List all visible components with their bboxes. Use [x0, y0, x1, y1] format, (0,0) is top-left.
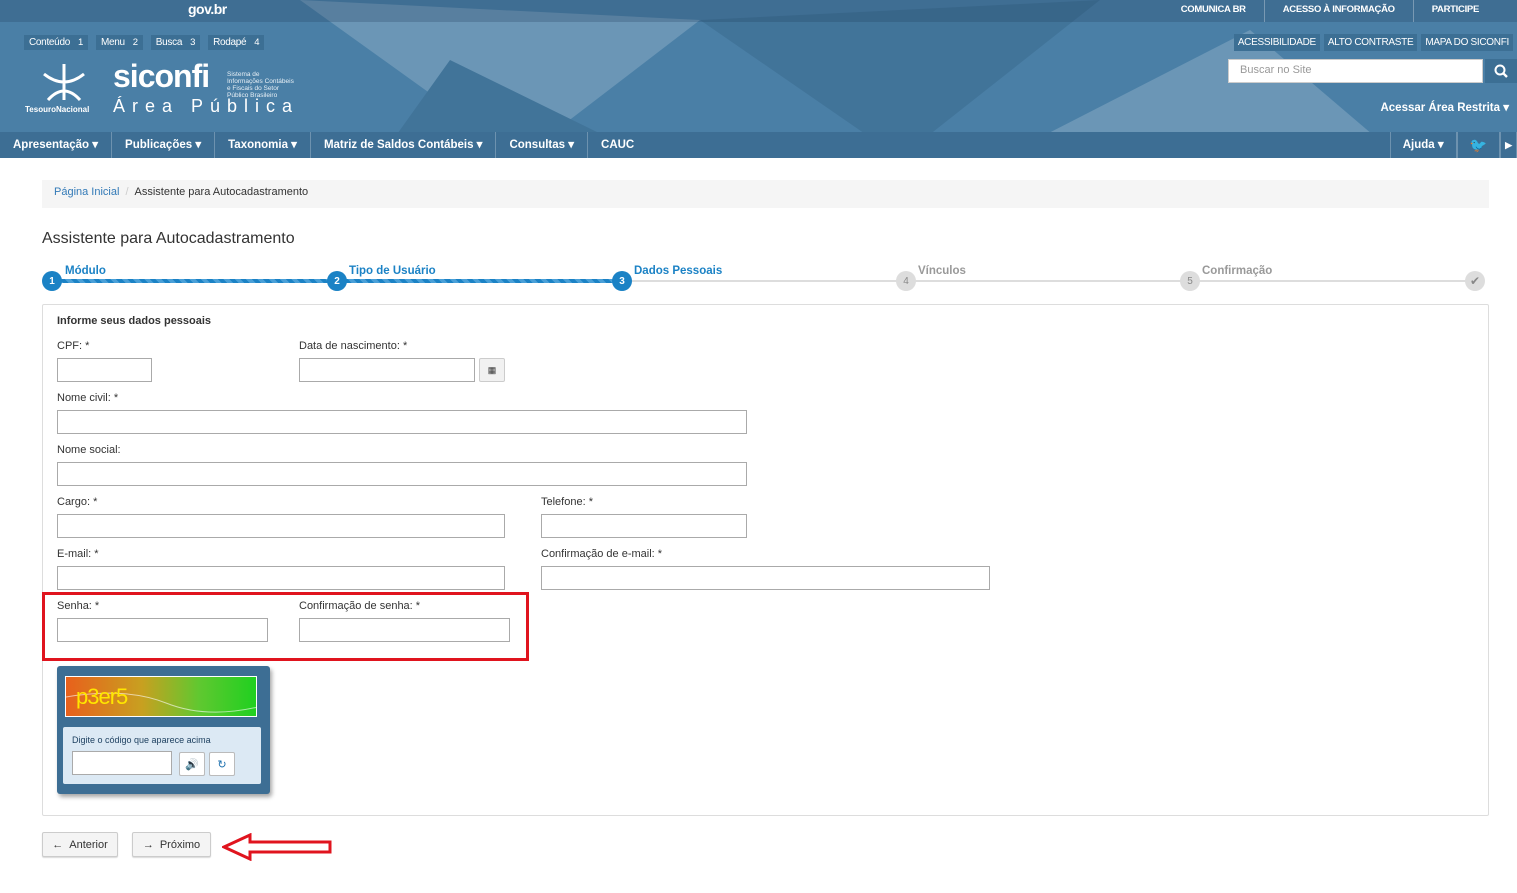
captcha-refresh-button[interactable]: ↻	[209, 752, 235, 776]
youtube-icon[interactable]: ▶	[1500, 132, 1517, 158]
captcha-widget: p3er5 Digite o código que aparece acima …	[57, 666, 270, 794]
siconfi-subtitle: Sistema de Informações Contábeis e Fisca…	[227, 71, 294, 99]
civil-name-input[interactable]	[57, 410, 747, 434]
checkmark-icon: ✔	[1465, 271, 1485, 291]
mapa-siconfi-button[interactable]: MAPA DO SICONFI	[1421, 34, 1513, 51]
nav-apresentacao[interactable]: Apresentação ▾	[0, 132, 113, 158]
twitter-icon[interactable]: 🐦	[1456, 132, 1501, 158]
step-1-dot: 1	[42, 271, 62, 291]
social-name-input[interactable]	[57, 462, 747, 486]
nav-consultas[interactable]: Consultas ▾	[496, 132, 589, 158]
nav-cauc[interactable]: CAUC	[588, 132, 647, 158]
captcha-code: p3er5	[76, 684, 128, 709]
area-publica-label: Área Pública	[113, 96, 300, 116]
accessibility-shortcuts: Conteúdo 1 Menu 2 Busca 3 Rodapé 4	[24, 35, 265, 50]
search-icon	[1494, 64, 1508, 78]
acessibilidade-button[interactable]: ACESSIBILIDADE	[1233, 34, 1320, 51]
govbr-logo[interactable]: gov.br	[188, 1, 227, 17]
captcha-audio-button[interactable]: 🔊	[179, 752, 205, 776]
email-input[interactable]	[57, 566, 505, 590]
shortcut-content[interactable]: Conteúdo 1	[24, 35, 88, 50]
social-name-label: Nome social:	[57, 444, 121, 456]
captcha-image: p3er5	[65, 676, 257, 717]
wizard-steps: 1 Módulo 2 Tipo de Usuário 3 Dados Pesso…	[42, 262, 1489, 292]
comunica-br-link[interactable]: COMUNICA BR	[1163, 0, 1264, 22]
step-3-label: Dados Pessoais	[634, 265, 723, 277]
captcha-input[interactable]	[72, 751, 172, 775]
birth-date-label: Data de nascimento: *	[299, 340, 408, 352]
next-button[interactable]: → Próximo	[132, 832, 211, 857]
acesso-informacao-link[interactable]: ACESSO À INFORMAÇÃO	[1263, 0, 1413, 22]
breadcrumb-current: Assistente para Autocadastramento	[134, 186, 309, 198]
email-confirm-label: Confirmação de e-mail: *	[541, 548, 663, 560]
captcha-input-box: Digite o código que aparece acima 🔊 ↻	[63, 727, 261, 784]
role-label: Cargo: *	[57, 496, 98, 508]
role-input[interactable]	[57, 514, 505, 538]
birth-date-input[interactable]	[299, 358, 475, 382]
step-1-label: Módulo	[65, 265, 106, 277]
calendar-icon: ▦	[487, 364, 497, 375]
step-4-dot: 4	[896, 271, 916, 291]
shortcut-menu[interactable]: Menu 2	[95, 35, 143, 50]
phone-input[interactable]	[541, 514, 747, 538]
shortcut-footer[interactable]: Rodapé 4	[208, 35, 265, 50]
step-progress-todo	[622, 280, 1477, 282]
email-confirm-input[interactable]	[541, 566, 990, 590]
breadcrumb-home-link[interactable]: Página Inicial	[54, 186, 119, 198]
nav-ajuda[interactable]: Ajuda ▾	[1389, 132, 1457, 158]
password-highlight-box	[42, 592, 529, 661]
site-header: gov.br COMUNICA BR ACESSO À INFORMAÇÃO P…	[0, 0, 1517, 158]
nav-matriz-saldos[interactable]: Matriz de Saldos Contábeis ▾	[311, 132, 497, 158]
step-3-dot: 3	[612, 271, 632, 291]
calendar-button[interactable]: ▦	[479, 358, 505, 382]
civil-name-label: Nome civil: *	[57, 392, 119, 404]
annotation-arrow-icon	[222, 833, 332, 861]
site-search-input[interactable]: Buscar no Site	[1228, 59, 1483, 83]
tesouro-nacional-label: TesouroNacional	[25, 105, 90, 114]
section-title: Informe seus dados pessoais	[57, 315, 212, 327]
captcha-instruction: Digite o código que aparece acima	[72, 735, 211, 745]
siconfi-logo[interactable]: siconfi	[113, 58, 210, 95]
phone-label: Telefone: *	[541, 496, 593, 508]
previous-button[interactable]: ← Anterior	[42, 832, 118, 857]
page-title: Assistente para Autocadastramento	[42, 230, 295, 247]
step-5-dot: 5	[1180, 271, 1200, 291]
alto-contraste-button[interactable]: ALTO CONTRASTE	[1323, 34, 1418, 51]
refresh-icon: ↻	[217, 758, 227, 771]
nav-taxonomia[interactable]: Taxonomia ▾	[215, 132, 311, 158]
breadcrumb: Página Inicial / Assistente para Autocadas…	[42, 180, 1489, 208]
participe-link[interactable]: PARTICIPE	[1412, 0, 1497, 22]
step-4-label: Vínculos	[918, 265, 966, 277]
gov-topbar: gov.br COMUNICA BR ACESSO À INFORMAÇÃO P…	[0, 0, 1517, 22]
step-2-label: Tipo de Usuário	[349, 265, 436, 277]
shortcut-search[interactable]: Busca 3	[150, 35, 201, 50]
search-button[interactable]	[1485, 59, 1517, 83]
cpf-input[interactable]	[57, 358, 152, 382]
main-nav: Apresentação ▾ Publicações ▾ Taxonomia ▾…	[0, 132, 1517, 158]
nav-publicacoes[interactable]: Publicações ▾	[112, 132, 216, 158]
caret-down-icon: ▾	[1503, 102, 1509, 114]
cpf-label: CPF: *	[57, 340, 90, 352]
step-5-label: Confirmação	[1202, 265, 1273, 277]
arrow-left-icon: ←	[52, 838, 64, 851]
arrow-right-icon: →	[142, 838, 154, 851]
step-2-dot: 2	[327, 271, 347, 291]
speaker-icon: 🔊	[185, 758, 199, 771]
email-label: E-mail: *	[57, 548, 99, 560]
restricted-area-link[interactable]: Acessar Área Restrita ▾	[1380, 100, 1509, 114]
